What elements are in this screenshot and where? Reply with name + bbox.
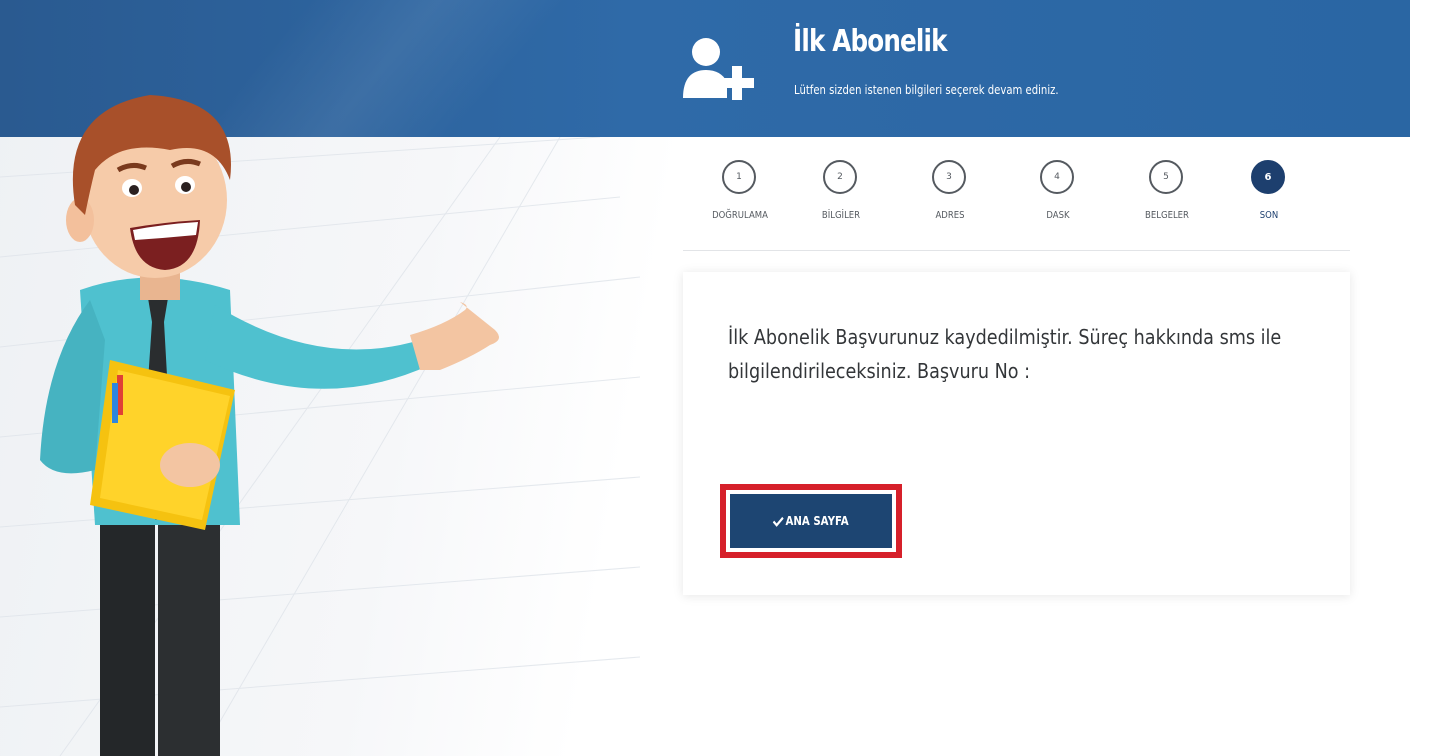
step-dask: 4 DASK (998, 160, 1118, 240)
step-label: DASK (1046, 210, 1070, 221)
step-number: 5 (1149, 160, 1183, 194)
step-number: 1 (722, 160, 756, 194)
step-number: 2 (823, 160, 857, 194)
step-adres: 3 ADRES (890, 160, 1010, 240)
step-number-active: 6 (1251, 160, 1285, 194)
page-title: İlk Abonelik (793, 24, 947, 59)
step-bilgiler: 2 BİLGİLER (781, 160, 901, 240)
step-label-active: SON (1259, 210, 1279, 221)
step-label: DOĞRULAMA (712, 210, 768, 221)
result-card: İlk Abonelik Başvurunuz kaydedilmiştir. … (683, 272, 1350, 595)
progress-steps: 1 DOĞRULAMA 2 BİLGİLER 3 ADRES 4 DASK 5 … (683, 160, 1350, 251)
add-user-icon (683, 38, 754, 100)
page-edge (1410, 0, 1434, 756)
page-subtitle: Lütfen sizden istenen bilgileri seçerek … (794, 83, 1059, 97)
step-label: ADRES (935, 210, 965, 221)
step-number: 4 (1040, 160, 1074, 194)
home-page-button-label: ANA SAYFA (785, 514, 849, 528)
mascot-illustration (40, 95, 499, 756)
check-icon (773, 516, 785, 527)
step-label: BELGELER (1145, 210, 1189, 221)
step-label: BİLGİLER (821, 210, 861, 221)
home-page-button[interactable]: ANA SAYFA (730, 494, 892, 548)
result-message: İlk Abonelik Başvurunuz kaydedilmiştir. … (728, 325, 1282, 383)
step-son: 6 SON (1209, 160, 1329, 240)
step-number: 3 (932, 160, 966, 194)
